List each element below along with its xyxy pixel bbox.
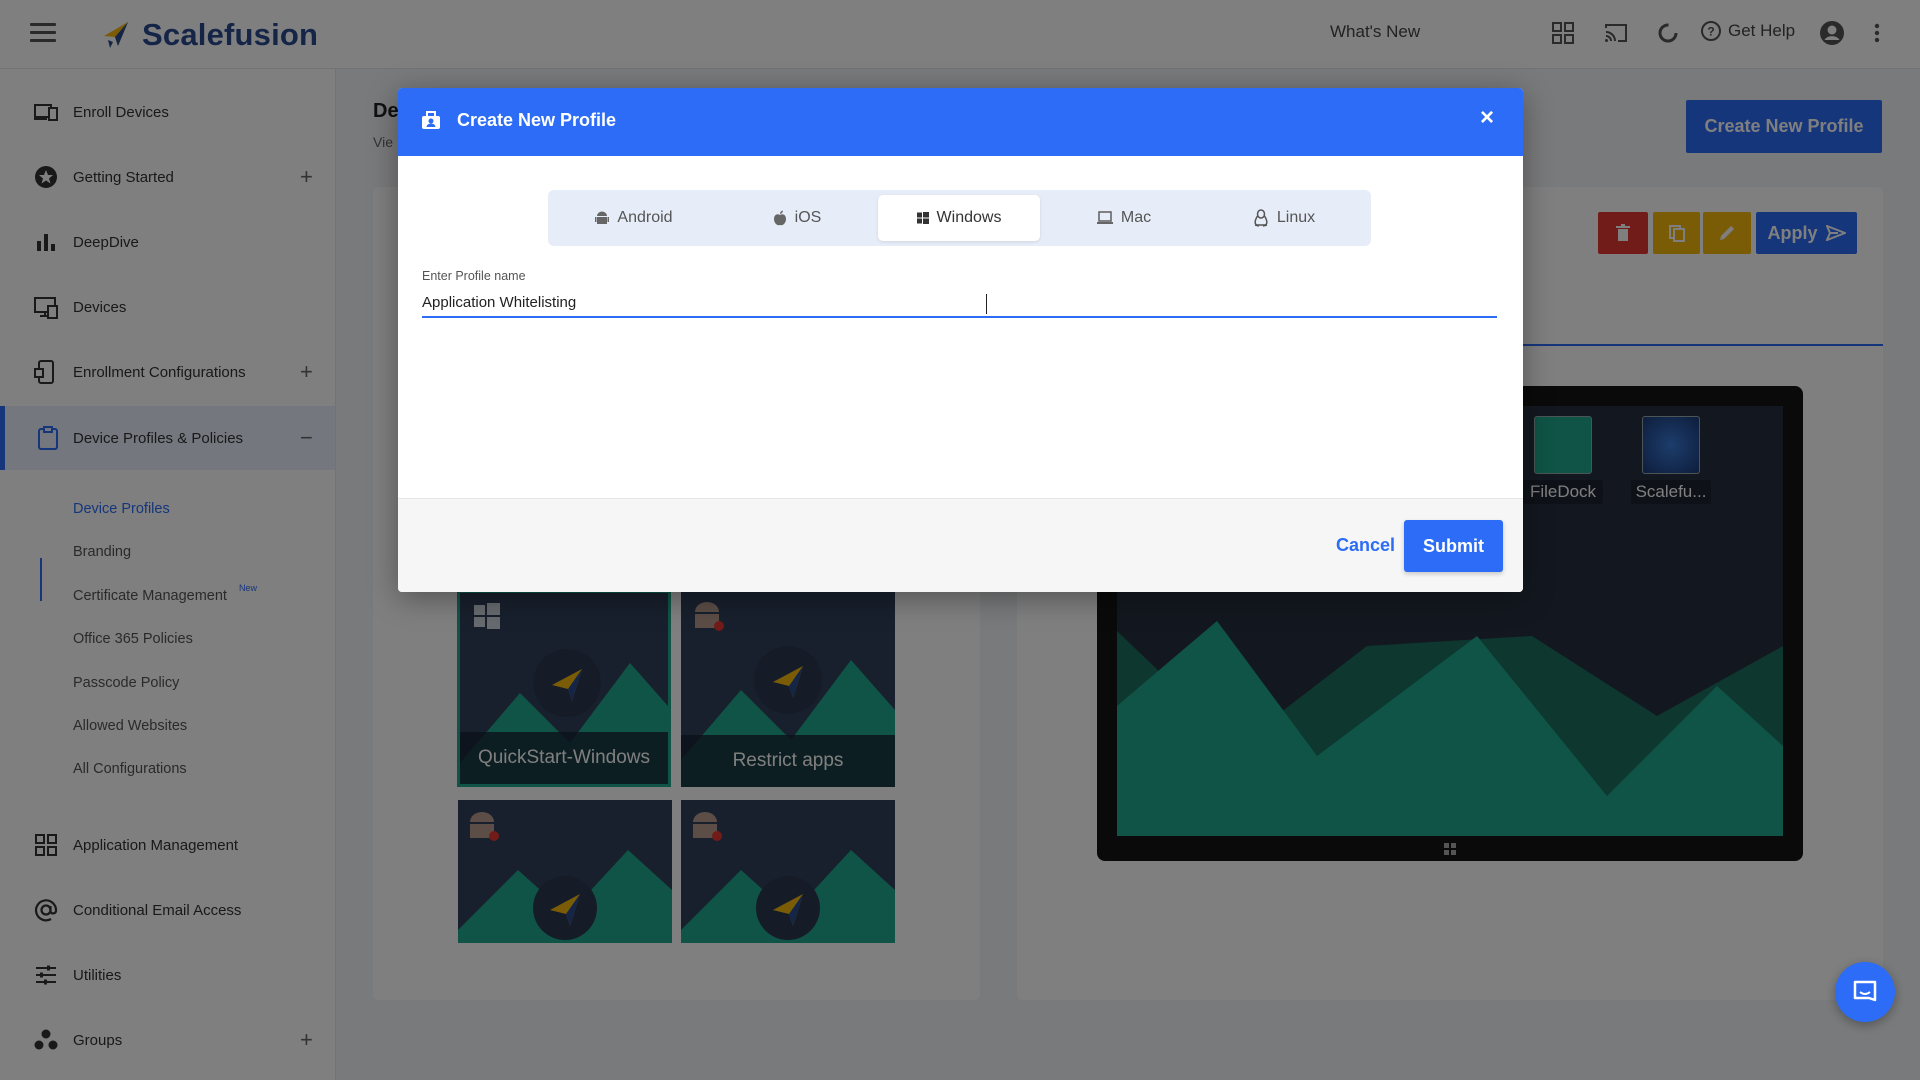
tab-android[interactable]: Android	[553, 195, 715, 241]
tab-label: Mac	[1120, 209, 1152, 226]
profile-case-icon	[422, 111, 440, 129]
os-tab-bar: Android iOS Windows Mac Linux	[548, 190, 1371, 246]
tab-windows[interactable]: Windows	[878, 195, 1040, 241]
tab-mac[interactable]: Mac	[1043, 195, 1205, 241]
cancel-button[interactable]: Cancel	[1336, 535, 1395, 556]
create-profile-modal: Create New Profile × Android iOS Windows…	[398, 88, 1523, 592]
modal-footer: Cancel Submit	[398, 498, 1523, 592]
tab-label: Android	[617, 209, 673, 226]
linux-icon	[1254, 209, 1268, 227]
windows-icon	[916, 212, 929, 224]
text-caret	[986, 294, 987, 314]
tab-label: iOS	[794, 209, 822, 226]
submit-button[interactable]: Submit	[1404, 520, 1503, 572]
chat-support-button[interactable]	[1835, 962, 1895, 1022]
close-icon[interactable]: ×	[1480, 106, 1494, 130]
android-icon	[595, 211, 610, 224]
modal-header: Create New Profile ×	[398, 88, 1523, 156]
laptop-icon	[1096, 211, 1113, 224]
chat-icon	[1853, 980, 1877, 1002]
profile-name-label: Enter Profile name	[422, 269, 526, 283]
apple-icon	[773, 210, 786, 226]
tab-linux[interactable]: Linux	[1203, 195, 1365, 241]
tab-label: Linux	[1276, 209, 1316, 226]
tab-ios[interactable]: iOS	[716, 195, 878, 241]
tab-label: Windows	[936, 209, 1002, 226]
modal-title: Create New Profile	[457, 110, 617, 130]
profile-name-input[interactable]	[422, 288, 1497, 318]
